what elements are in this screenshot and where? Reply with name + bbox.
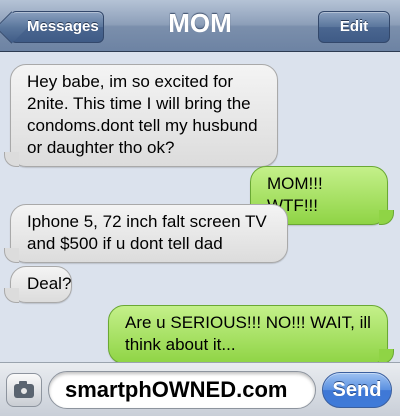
camera-button[interactable]: [6, 373, 42, 407]
message-input[interactable]: smartphOWNED.com: [48, 371, 316, 409]
navigation-bar: Messages MOM Edit: [0, 0, 400, 52]
message-text: Deal?: [27, 274, 72, 293]
message-bubble-incoming[interactable]: Hey babe, im so excited for 2nite. This …: [4, 64, 278, 167]
message-text: Iphone 5, 72 inch falt screen TV and $50…: [27, 212, 267, 253]
message-text: Hey babe, im so excited for 2nite. This …: [27, 72, 258, 157]
message-bubble-outgoing[interactable]: Are u SERIOUS!!! NO!!! WAIT, ill think a…: [108, 305, 394, 364]
edit-button[interactable]: Edit: [318, 11, 390, 43]
send-button[interactable]: Send: [322, 372, 392, 408]
message-composer-bar: smartphOWNED.com Send: [0, 362, 400, 416]
message-bubble-incoming[interactable]: Iphone 5, 72 inch falt screen TV and $50…: [4, 204, 288, 263]
message-text: Are u SERIOUS!!! NO!!! WAIT, ill think a…: [125, 313, 371, 354]
message-bubble-incoming[interactable]: Deal?: [4, 266, 72, 303]
